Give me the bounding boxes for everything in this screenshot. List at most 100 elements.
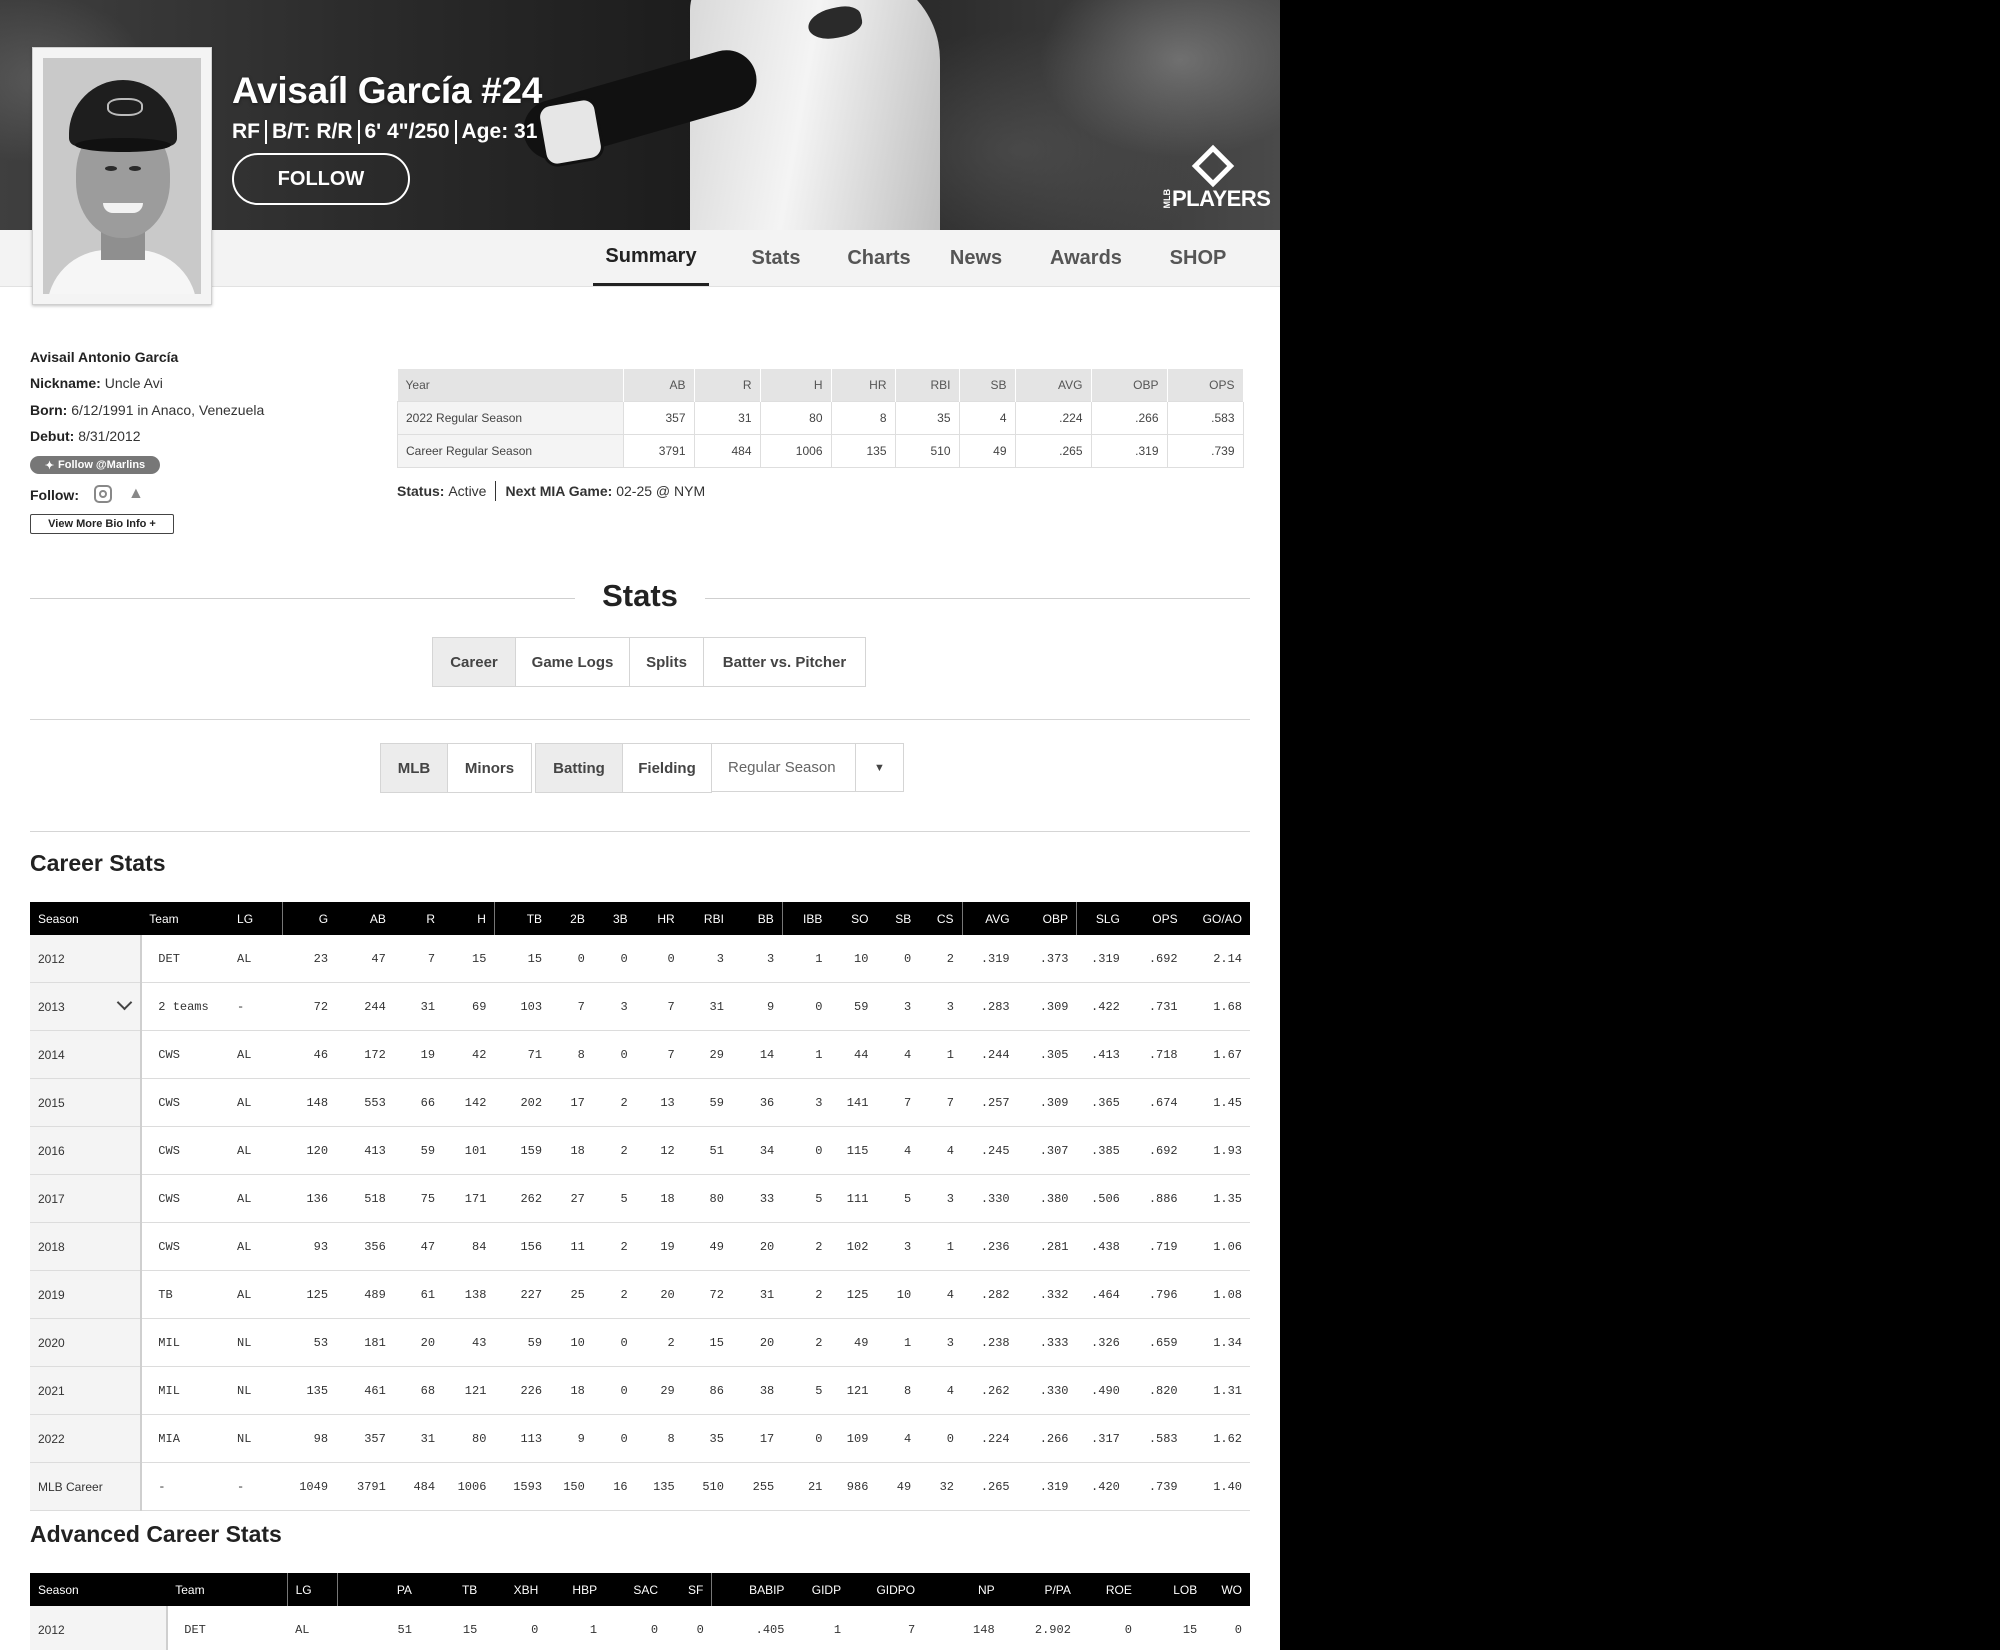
column-header[interactable]: SB <box>876 902 920 935</box>
column-header[interactable]: Season <box>30 1573 168 1606</box>
column-header[interactable]: OPS <box>1127 902 1186 935</box>
column-header[interactable]: SF <box>666 1573 712 1606</box>
column-header[interactable]: P/PA <box>1002 1573 1079 1606</box>
stat-cell: 111 <box>830 1174 877 1223</box>
stat-cell: 1006 <box>443 1462 495 1511</box>
season-type-select[interactable]: Regular Season ▼ <box>711 743 904 792</box>
tab-charts[interactable]: Charts <box>830 230 928 286</box>
stat-cell: 103 <box>494 982 551 1031</box>
tab-summary[interactable]: Summary <box>593 230 709 286</box>
column-header[interactable]: BB <box>731 902 783 935</box>
column-header[interactable]: Team <box>141 902 230 935</box>
tab-news[interactable]: News <box>940 230 1012 286</box>
stat-cell: 3 <box>682 935 732 983</box>
tab-game-logs[interactable]: Game Logs <box>516 638 630 686</box>
toggle-mlb[interactable]: MLB <box>381 744 448 792</box>
league-cell: AL <box>287 1606 338 1650</box>
league-cell: NL <box>229 1414 283 1463</box>
team-cell[interactable]: 2 teams <box>141 982 230 1031</box>
column-header[interactable]: BABIP <box>711 1573 793 1606</box>
column-header[interactable]: LG <box>286 1573 338 1606</box>
twitter-follow-button[interactable]: ✦ Follow @Marlins <box>30 456 160 474</box>
stat-cell: 80 <box>443 1414 495 1463</box>
column-header[interactable]: SLG <box>1075 902 1128 935</box>
column-header[interactable]: RBI <box>682 902 732 935</box>
column-header[interactable]: GIDP <box>792 1573 850 1606</box>
stat-cell: 135 <box>282 1366 337 1415</box>
column-header[interactable]: 2B <box>550 902 593 935</box>
column-header[interactable]: SO <box>830 902 877 935</box>
column-header[interactable]: XBH <box>485 1573 547 1606</box>
column-header[interactable]: ROE <box>1078 1573 1140 1606</box>
stat-cell: 102 <box>830 1222 877 1271</box>
stat-cell: 3 <box>876 1222 920 1271</box>
caret-down-icon[interactable]: ▼ <box>854 744 903 791</box>
toggle-batting[interactable]: Batting <box>536 744 623 792</box>
stat-cell: .238 <box>962 1318 1018 1367</box>
summary-row: 2022 Regular Season 357 31 80 8 35 4.224.266.5… <box>397 401 1244 435</box>
team-cell[interactable]: DET <box>141 935 230 983</box>
table-row: MLB Career - -1049 3791 484 1006 1593 150 16 135 5… <box>30 1462 1250 1511</box>
column-header[interactable]: AB <box>336 902 394 935</box>
column-header[interactable]: TB <box>493 902 551 935</box>
team-cell[interactable]: MIA <box>141 1414 230 1463</box>
toggle-minors[interactable]: Minors <box>448 744 531 792</box>
tab-awards[interactable]: Awards <box>1040 230 1132 286</box>
career-stats-table: Season Team LG G AB R H TB 2B 3B HR RBI BB IBB SO SB CS A… <box>30 902 1250 1511</box>
column-header[interactable]: LG <box>229 902 283 935</box>
column-header[interactable]: SAC <box>605 1573 667 1606</box>
team-cell[interactable]: DET <box>167 1606 288 1650</box>
tab-batter-vs-pitcher[interactable]: Batter vs. Pitcher <box>704 638 865 686</box>
team-cell[interactable]: CWS <box>141 1222 230 1271</box>
stat-cell: 109 <box>830 1414 877 1463</box>
mlb-players-logo[interactable]: MLB PLAYERS <box>1162 144 1271 212</box>
team-cell[interactable]: MIL <box>141 1366 230 1415</box>
team-cell[interactable]: CWS <box>141 1126 230 1175</box>
team-cell[interactable]: - <box>141 1462 230 1511</box>
instagram-icon[interactable] <box>94 485 112 503</box>
cap-logo-icon <box>107 98 143 116</box>
column-header[interactable]: NP <box>923 1573 1003 1606</box>
team-cell[interactable]: MIL <box>141 1318 230 1367</box>
column-header[interactable]: LOB <box>1139 1573 1206 1606</box>
column-header[interactable]: HBP <box>546 1573 606 1606</box>
column-header[interactable]: TB <box>419 1573 486 1606</box>
column-header[interactable]: R <box>393 902 444 935</box>
tab-stats[interactable]: Stats <box>734 230 818 286</box>
column-header[interactable]: CS <box>919 902 962 935</box>
column-header[interactable]: HR <box>635 902 683 935</box>
team-cell[interactable]: TB <box>141 1270 230 1319</box>
column-header[interactable]: GO/AO <box>1185 902 1250 935</box>
column-header[interactable]: IBB <box>781 902 831 935</box>
column-header[interactable]: WO <box>1205 1573 1250 1606</box>
season-type-value: Regular Season <box>728 759 836 776</box>
stat-cell: 1.31 <box>1185 1366 1250 1415</box>
stat-cell: 15 <box>1139 1606 1206 1650</box>
follow-button[interactable]: FOLLOW <box>232 153 410 205</box>
column-header[interactable]: Team <box>167 1573 288 1606</box>
chevron-down-icon[interactable] <box>117 994 133 1011</box>
tab-splits[interactable]: Splits <box>630 638 704 686</box>
stat-cell: 510 <box>894 434 960 468</box>
team-cell[interactable]: CWS <box>141 1078 230 1127</box>
next-game-value[interactable]: 02-25 @ NYM <box>616 483 705 499</box>
column-header[interactable]: PA <box>336 1573 420 1606</box>
tab-shop[interactable]: SHOP <box>1160 230 1236 286</box>
column-header[interactable]: AVG <box>961 902 1018 935</box>
column-header[interactable]: Season <box>30 902 142 935</box>
stat-cell: .385 <box>1076 1126 1128 1175</box>
team-cell[interactable]: CWS <box>141 1030 230 1079</box>
tab-career[interactable]: Career <box>433 638 516 686</box>
column-header[interactable]: 3B <box>592 902 636 935</box>
column-header[interactable]: GIDPO <box>849 1573 924 1606</box>
stat-cell: .718 <box>1127 1030 1186 1079</box>
toggle-fielding[interactable]: Fielding <box>623 744 711 792</box>
logo-players-text: PLAYERS <box>1172 186 1271 211</box>
column-header[interactable]: G <box>282 902 337 935</box>
team-cell[interactable]: CWS <box>141 1174 230 1223</box>
twitter-icon[interactable]: ▲ <box>128 485 146 503</box>
view-more-bio-button[interactable]: View More Bio Info + <box>30 514 174 534</box>
player-age: Age: 31 <box>461 120 538 143</box>
column-header[interactable]: H <box>443 902 495 935</box>
column-header[interactable]: OBP <box>1017 902 1077 935</box>
